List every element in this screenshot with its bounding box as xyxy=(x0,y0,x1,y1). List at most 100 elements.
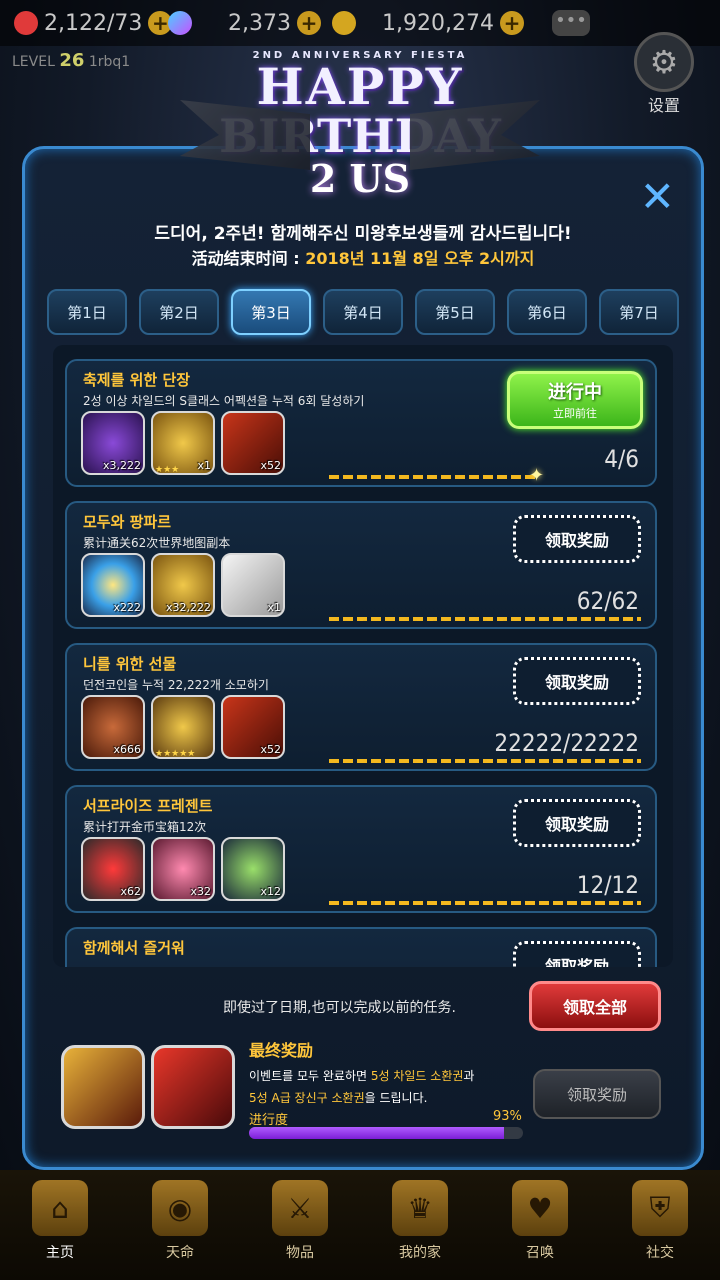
quest-desc: 던전코인을 누적 22,222개 소모하기 xyxy=(83,678,269,692)
quest-progress: 12/12 xyxy=(576,871,639,899)
final-desc-highlight: 5성 A급 장신구 소환권 xyxy=(249,1091,365,1105)
claim-reward-button[interactable]: 领取奖励 xyxy=(513,799,641,847)
final-progress-bar xyxy=(249,1127,523,1139)
quest-card: 서프라이즈 프레젠트 累计打开金币宝箱12次 x62 x32 x12 12/12… xyxy=(65,785,657,913)
sword-shield-icon: ⚔ xyxy=(272,1180,328,1236)
green-weapon-icon[interactable]: x12 xyxy=(221,837,285,901)
gold-pile-icon[interactable]: x32,222 xyxy=(151,553,215,617)
red-ticket-icon[interactable]: x52 xyxy=(221,411,285,475)
gold-coins-icon[interactable]: x1 ★★★ xyxy=(151,411,215,475)
tab-day-3[interactable]: 第3日 xyxy=(231,289,311,335)
go-button[interactable]: 进行中 立即前往 xyxy=(507,371,643,429)
nav-home[interactable]: ⌂ 主页 xyxy=(0,1170,120,1280)
go-label: 进行中 xyxy=(548,382,602,403)
gold-icon xyxy=(332,11,356,35)
tab-day-4[interactable]: 第4日 xyxy=(323,289,403,335)
player-level: LEVEL 26 1rbq1 xyxy=(12,50,130,71)
completion-note: 即使过了日期,也可以完成以前的任务. xyxy=(223,1000,456,1016)
quest-title: 니를 위한 선물 xyxy=(83,655,177,673)
tab-day-7[interactable]: 第7日 xyxy=(599,289,679,335)
tab-day-2[interactable]: 第2日 xyxy=(139,289,219,335)
gear-icon: ⚙ xyxy=(634,32,694,92)
potion-heart-icon: ♥ xyxy=(512,1180,568,1236)
gems-resource: 2,373 + xyxy=(168,8,321,38)
level-label: LEVEL xyxy=(12,54,55,70)
item-qty: x1 xyxy=(267,601,281,614)
quest-title: 서프라이즈 프레젠트 xyxy=(83,797,213,815)
quest-list[interactable]: 축제를 위한 단장 2성 이상 차일드의 S클래스 어펙션을 누적 6회 달성하… xyxy=(53,345,673,967)
progress-label: 进行度 xyxy=(249,1113,289,1128)
final-desc-part: 이벤트를 모두 완료하면 xyxy=(249,1069,371,1083)
purple-gem-icon[interactable]: x3,222 xyxy=(81,411,145,475)
quest-title: 모두와 팡파르 xyxy=(83,513,172,531)
claim-all-button[interactable]: 领取全部 xyxy=(529,981,661,1031)
heart-icon xyxy=(14,11,38,35)
item-qty: x52 xyxy=(260,743,281,756)
claim-reward-button[interactable]: 领取奖励 xyxy=(513,941,641,967)
close-icon[interactable]: ✕ xyxy=(640,176,675,218)
item-qty: x1 xyxy=(197,459,211,472)
progress-bar xyxy=(329,901,641,905)
bottom-nav: ⌂ 主页 ◉ 天命 ⚔ 物品 ♛ 我的家 ♥ 召唤 ⛨ 社交 xyxy=(0,1170,720,1280)
claim-reward-button[interactable]: 领取奖励 xyxy=(513,657,641,705)
item-stars: ★★★ xyxy=(155,465,180,475)
nav-label: 主页 xyxy=(46,1245,74,1261)
bronze-coin-icon[interactable]: x666 xyxy=(81,695,145,759)
item-qty: x12 xyxy=(260,885,281,898)
accessory-summon-ticket-icon[interactable] xyxy=(151,1045,235,1129)
crown-wreath-icon: ♛ xyxy=(392,1180,448,1236)
quest-title: 함께해서 즐거워 xyxy=(83,939,185,957)
child-summon-ticket-icon[interactable] xyxy=(61,1045,145,1129)
nav-label: 召唤 xyxy=(526,1245,554,1261)
final-desc-part: 을 드립니다. xyxy=(364,1091,428,1105)
claim-reward-button[interactable]: 领取奖励 xyxy=(513,515,641,563)
item-qty: x62 xyxy=(120,885,141,898)
quest-card: 함께해서 즐거워 领取奖励 xyxy=(65,927,657,967)
end-time-value: 2018년 11월 8일 오후 2시까지 xyxy=(305,249,535,268)
final-claim-button[interactable]: 领取奖励 xyxy=(533,1069,661,1119)
item-stars: ★★★★★ xyxy=(155,749,196,759)
final-desc-part: 과 xyxy=(463,1069,475,1083)
nav-destiny[interactable]: ◉ 天命 xyxy=(120,1170,240,1280)
add-gems-button[interactable]: + xyxy=(296,11,321,35)
bank-card-icon[interactable]: x1 xyxy=(221,553,285,617)
item-qty: x666 xyxy=(113,743,141,756)
event-panel: ✕ 드디어, 2주년! 함께해주신 미왕후보생들께 감사드립니다! 活动结束时间… xyxy=(22,146,704,1170)
tab-day-1[interactable]: 第1日 xyxy=(47,289,127,335)
hearts-resource: 2,122/73 + xyxy=(14,8,173,38)
sparkle-icon: ✦ xyxy=(529,465,545,486)
settings-label: 设置 xyxy=(647,96,680,115)
nav-items[interactable]: ⚔ 物品 xyxy=(240,1170,360,1280)
quest-card: 모두와 팡파르 累计通关62次世界地图副本 x222 x32,222 x1 62… xyxy=(65,501,657,629)
nav-label: 物品 xyxy=(286,1245,314,1261)
quest-title: 축제를 위한 단장 xyxy=(83,371,191,389)
username: 1rbq1 xyxy=(88,54,131,70)
item-qty: x32,222 xyxy=(166,601,211,614)
final-progress-fill xyxy=(249,1127,504,1139)
quest-progress: 62/62 xyxy=(576,587,639,615)
nav-social[interactable]: ⛨ 社交 xyxy=(600,1170,720,1280)
flame-eye-icon: ◉ xyxy=(152,1180,208,1236)
item-qty: x32 xyxy=(190,885,211,898)
nav-label: 天命 xyxy=(166,1245,194,1261)
progress-bar xyxy=(329,475,537,479)
red-ticket-icon[interactable]: x52 xyxy=(221,695,285,759)
quest-desc: 累计打开金币宝箱12次 xyxy=(83,820,207,834)
item-qty: x52 xyxy=(260,459,281,472)
tab-day-6[interactable]: 第6日 xyxy=(507,289,587,335)
add-gold-button[interactable]: + xyxy=(499,11,524,35)
item-qty: x222 xyxy=(113,601,141,614)
tab-day-5[interactable]: 第5日 xyxy=(415,289,495,335)
progress-bar xyxy=(329,759,641,763)
settings-button[interactable]: ⚙ 设置 xyxy=(634,32,694,116)
rainbow-crystal-icon[interactable]: x222 xyxy=(81,553,145,617)
shield-icon: ⛨ xyxy=(632,1180,688,1236)
nav-my-home[interactable]: ♛ 我的家 xyxy=(360,1170,480,1280)
gold-count: 1,920,274 xyxy=(382,10,494,36)
chat-icon[interactable]: ••• xyxy=(552,10,590,36)
heart-icon[interactable]: x62 xyxy=(81,837,145,901)
pink-crystal-icon[interactable]: x32 xyxy=(151,837,215,901)
gold-medal-icon[interactable]: ★★★★★ xyxy=(151,695,215,759)
nav-summon[interactable]: ♥ 召唤 xyxy=(480,1170,600,1280)
banner-line-1: HAPPY xyxy=(256,57,464,116)
